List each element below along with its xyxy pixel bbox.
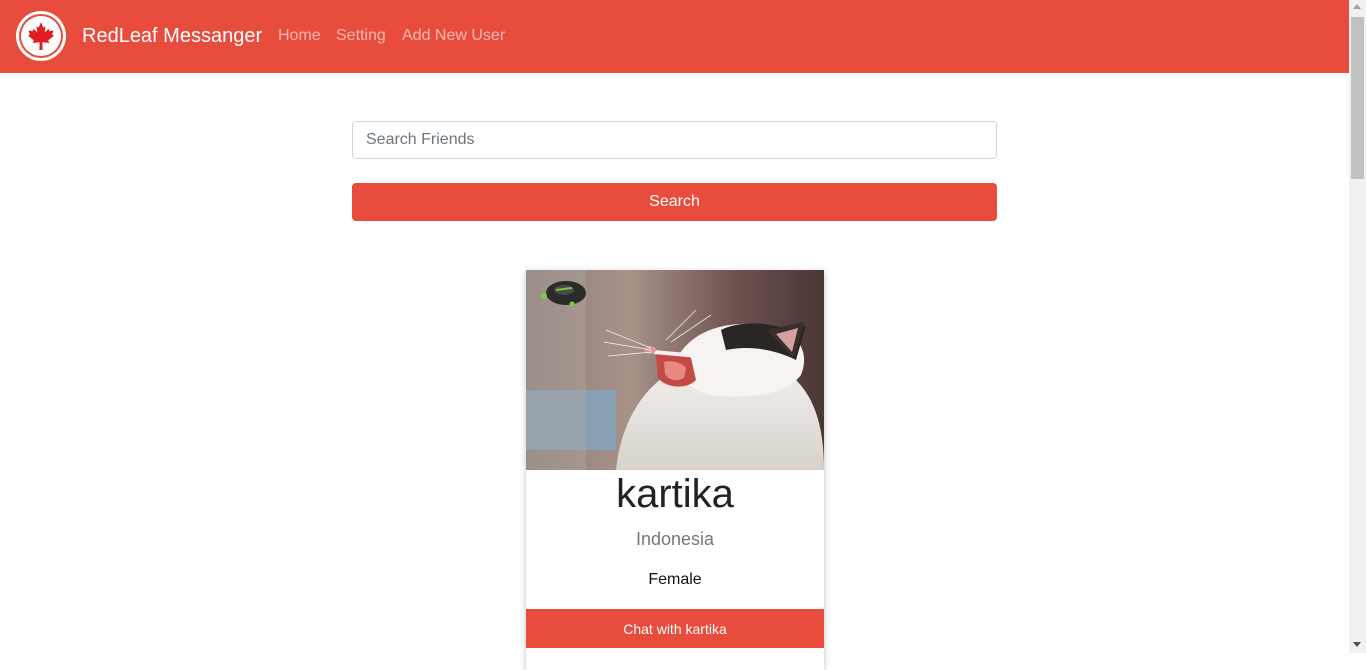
nav-home[interactable]: Home	[278, 26, 321, 46]
search-friends-input[interactable]	[352, 121, 997, 159]
navbar: RedLeaf Messanger Home Setting Add New U…	[0, 0, 1349, 73]
cat-photo-icon	[526, 270, 824, 470]
friend-name: kartika	[616, 472, 734, 516]
friend-country: Indonesia	[635, 529, 715, 549]
chat-with-friend-button[interactable]: Chat with kartika	[526, 609, 824, 648]
scroll-up-icon[interactable]	[1353, 4, 1361, 9]
friend-gender: Female	[648, 571, 702, 588]
search-button[interactable]: Search	[352, 183, 997, 221]
maple-leaf-icon	[28, 22, 54, 50]
friend-photo	[526, 270, 824, 470]
nav-add-new-user[interactable]: Add New User	[402, 26, 505, 46]
scroll-thumb[interactable]	[1351, 17, 1364, 179]
page-scrollbar[interactable]	[1349, 0, 1366, 653]
brand-title[interactable]: RedLeaf Messanger	[82, 24, 262, 48]
scroll-down-icon[interactable]	[1353, 642, 1361, 647]
nav-setting[interactable]: Setting	[336, 26, 386, 46]
logo[interactable]	[16, 11, 66, 61]
